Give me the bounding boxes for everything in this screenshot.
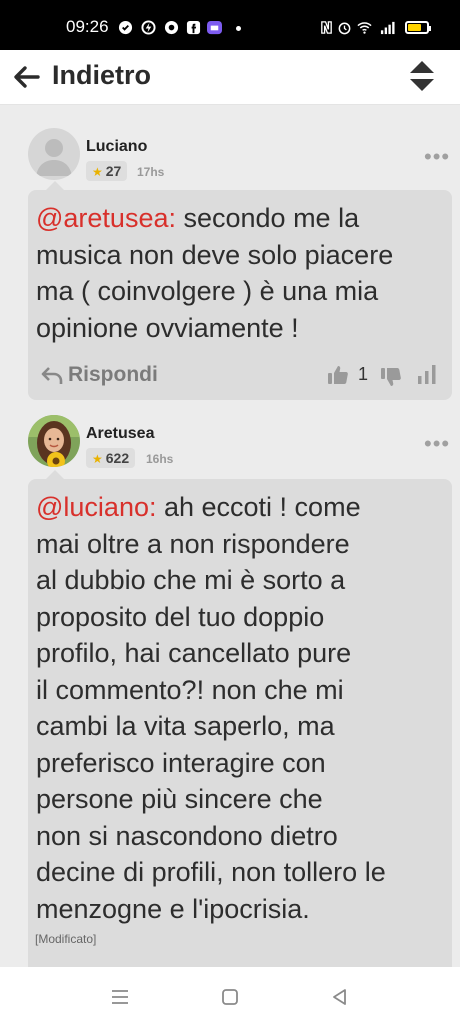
arrow-left-icon[interactable]: [10, 60, 44, 94]
comment-line: al dubbio che mi è sorto a: [36, 565, 346, 595]
stats-icon[interactable]: [416, 363, 438, 385]
signal-icon: [380, 21, 395, 35]
page-title[interactable]: Indietro: [52, 60, 151, 91]
comment-line: decine di profili, non tollero le: [36, 857, 386, 887]
comment-line: musica non deve solo piacere: [36, 239, 394, 270]
facebook-icon: [186, 20, 201, 35]
edited-label: [Modificato]: [35, 932, 97, 946]
battery-icon: [405, 21, 431, 34]
app-header: Indietro: [0, 50, 460, 105]
comment-line: persone più sincere che: [36, 784, 323, 814]
comment-line: preferisco interagire con: [36, 747, 326, 778]
comment-time: 17hs: [137, 165, 165, 179]
comment-line: opinione ovviamente !: [36, 312, 299, 343]
battery-level: [408, 24, 421, 31]
app-icon: [141, 20, 156, 35]
user-photo-avatar[interactable]: [28, 415, 80, 467]
points-value: 622: [105, 450, 130, 466]
star-icon: ★: [92, 452, 103, 466]
comment-line: menzogne e l'ipocrisia.: [36, 893, 310, 924]
thumbs-up-icon[interactable]: [326, 363, 350, 387]
more-options-icon[interactable]: •••: [424, 431, 450, 457]
comment-line: cambi la vita saperlo, ma: [36, 711, 335, 741]
comment-line: ma ( coinvolgere ) è una mia: [36, 276, 379, 306]
comment-header: Luciano ★ 27 17hs •••: [0, 128, 460, 194]
reply-button[interactable]: Rispondi: [68, 363, 158, 387]
chrome-icon: [164, 20, 179, 35]
comment-text: @luciano: ah eccoti ! come mai oltre a n…: [36, 489, 386, 927]
thumbs-down-icon[interactable]: [379, 365, 403, 389]
comment-bubble: @luciano: ah eccoti ! come mai oltre a n…: [28, 470, 452, 967]
user-mention[interactable]: @aretusea:: [36, 203, 176, 233]
reply-icon[interactable]: [40, 364, 64, 386]
comment-line: mai oltre a non rispondere: [36, 528, 350, 559]
system-nav-bar: [0, 967, 460, 1024]
like-count: 1: [358, 364, 369, 384]
notification-dot: [236, 26, 241, 31]
comment-author[interactable]: Luciano: [86, 138, 147, 156]
app-icon: [207, 20, 222, 35]
comment-header: Aretusea ★ 622 16hs •••: [0, 415, 460, 481]
alarm-icon: [338, 22, 351, 35]
points-badge: ★ 622: [86, 448, 136, 468]
app-icon: [118, 20, 133, 35]
more-options-icon[interactable]: •••: [424, 144, 450, 170]
status-time: 09:26: [66, 17, 109, 36]
comment-line: non si nascondono dietro: [36, 820, 338, 851]
comment-feed[interactable]: Luciano ★ 27 17hs ••• @aretusea: secondo …: [0, 105, 460, 967]
user-mention[interactable]: @luciano:: [36, 492, 156, 522]
comment-line: il commento?! non che mi: [36, 674, 344, 705]
comment-line: profilo, hai cancellato pure: [36, 638, 352, 668]
comment-text: @aretusea: secondo me la musica non deve…: [36, 200, 393, 346]
menu-icon[interactable]: [110, 987, 130, 1007]
wifi-icon: [357, 22, 372, 34]
comment-line: @luciano: ah eccoti ! come: [36, 492, 361, 522]
points-badge: ★ 27: [86, 161, 128, 181]
comment-actions: Rispondi 1: [28, 354, 452, 396]
comment-author[interactable]: Aretusea: [86, 425, 154, 443]
nfc-icon: [321, 21, 332, 34]
default-avatar-icon[interactable]: [28, 128, 80, 180]
status-bar: 09:26: [0, 0, 460, 50]
comment-time: 16hs: [146, 452, 174, 466]
points-value: 27: [105, 163, 122, 179]
home-icon[interactable]: [220, 987, 240, 1007]
sort-icon[interactable]: [406, 58, 438, 94]
comment-line: proposito del tuo doppio: [36, 601, 325, 632]
star-icon: ★: [92, 165, 103, 179]
back-icon[interactable]: [330, 987, 350, 1007]
comment-line: @aretusea: secondo me la: [36, 203, 360, 233]
comment-bubble: @aretusea: secondo me la musica non deve…: [28, 181, 452, 400]
